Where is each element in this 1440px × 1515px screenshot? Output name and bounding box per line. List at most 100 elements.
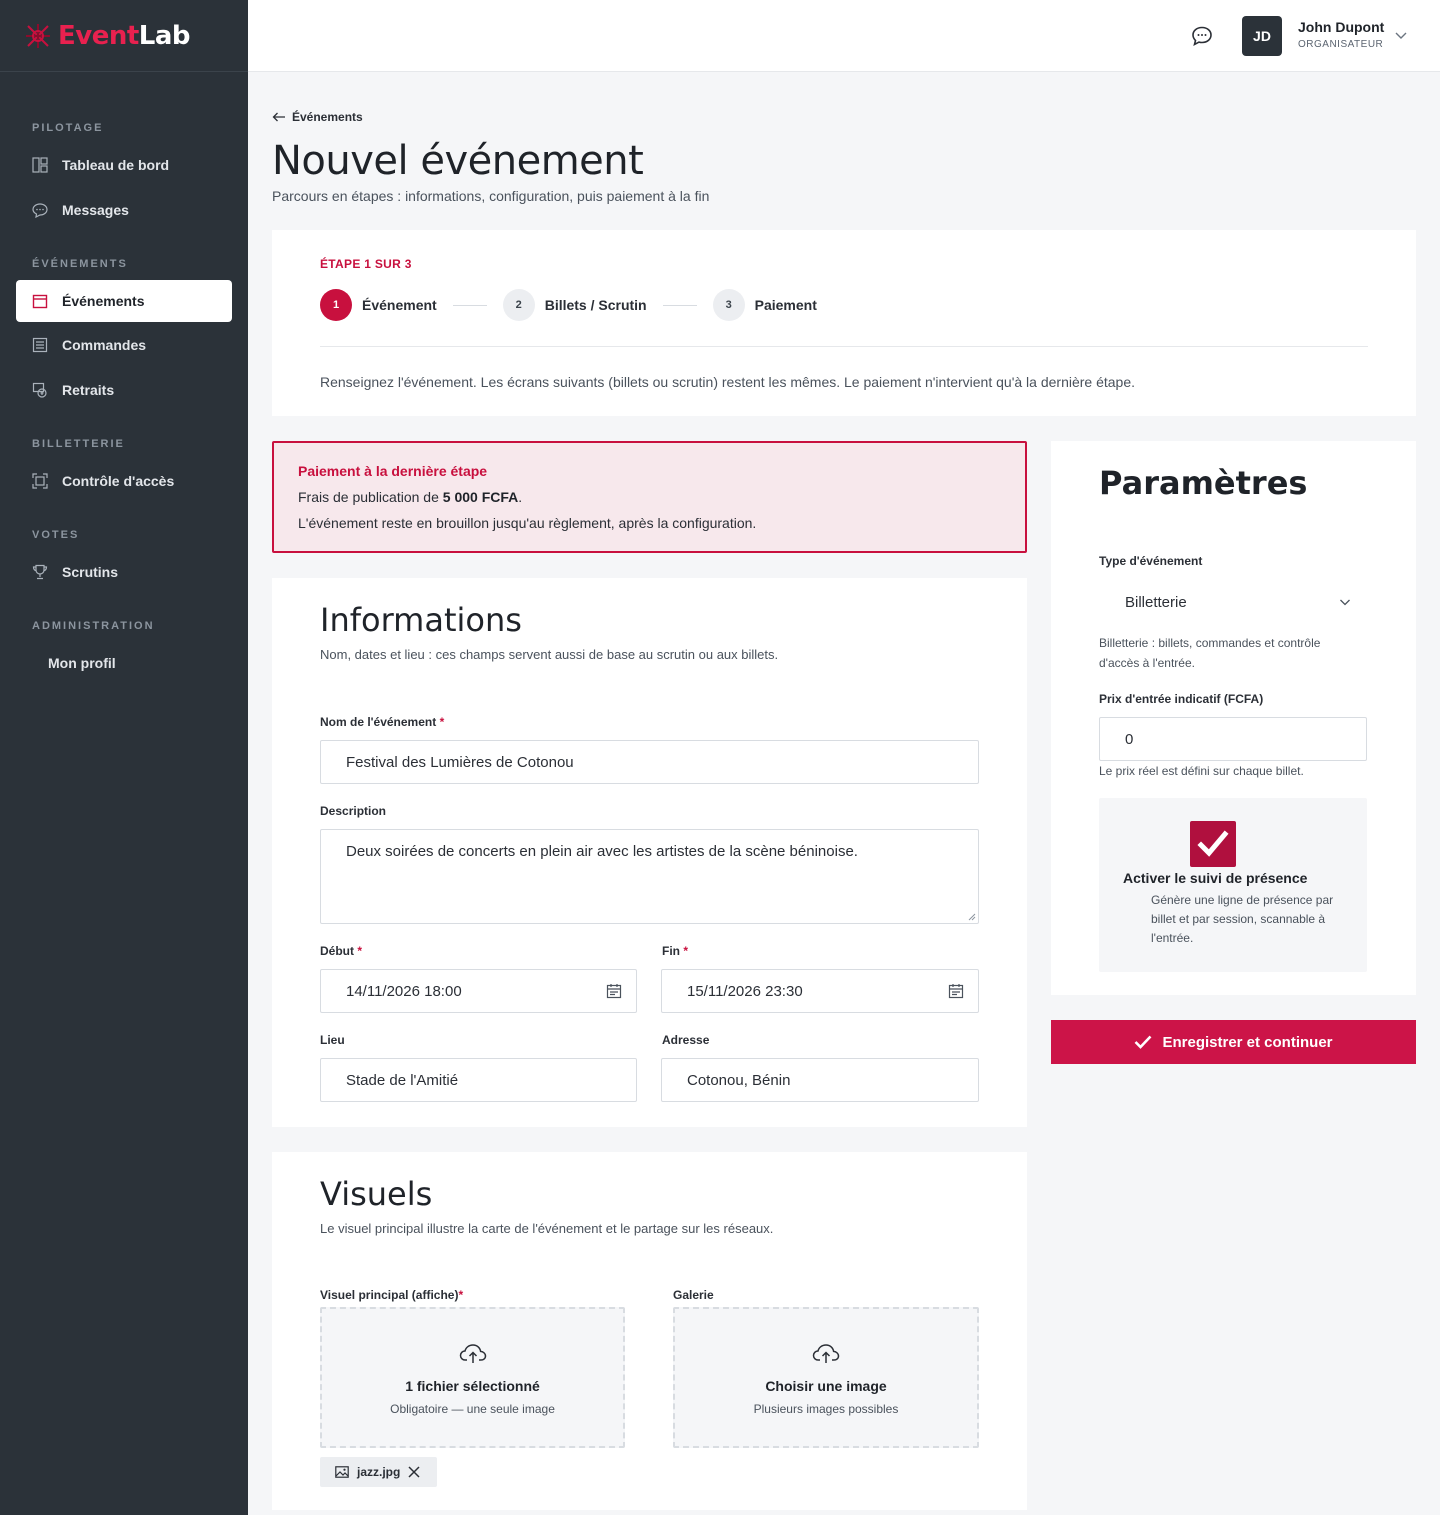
scan-icon [32, 473, 48, 489]
informations-subtitle: Nom, dates et lieu : ces champs servent … [320, 647, 779, 662]
sidebar-item-scrutins[interactable]: Scrutins [16, 551, 232, 593]
sidebar-item-label: Tableau de bord [62, 157, 170, 173]
sidebar-item-mon-profil[interactable]: Mon profil [16, 642, 232, 684]
step-number: 1 [320, 289, 352, 321]
avatar[interactable]: JD [1242, 16, 1282, 56]
gallery-label: Galerie [673, 1288, 714, 1302]
start-datetime-input[interactable]: 14/11/2026 18:00 [320, 969, 637, 1013]
sidebar-item-dashboard[interactable]: Tableau de bord [16, 144, 232, 186]
chevron-down-icon[interactable] [1394, 28, 1408, 42]
gallery-dropzone[interactable]: Choisir une image Plusieurs images possi… [673, 1307, 979, 1448]
address-label: Adresse [662, 1033, 710, 1047]
event-type-value: Billetterie [1125, 593, 1187, 611]
back-link[interactable]: Événements [272, 110, 363, 124]
calendar-icon [32, 294, 48, 309]
informations-card: Informations Nom, dates et lieu : ces ch… [272, 578, 1027, 1127]
step-connector [662, 304, 697, 306]
event-type-help: Billetterie : billets, commandes et cont… [1099, 636, 1321, 670]
sidebar-item-messages[interactable]: Messages [16, 189, 232, 231]
nav-section-pilotage: PILOTAGE [32, 122, 104, 134]
sidebar-item-evenements[interactable]: Événements [16, 280, 232, 322]
step-connector [452, 304, 487, 306]
brand-logo[interactable]: EventLab [0, 0, 248, 72]
description-value: Deux soirées de concerts en plein air av… [346, 843, 858, 860]
stepper-note: Renseignez l'événement. Les écrans suiva… [320, 374, 1136, 390]
sidebar-item-retraits[interactable]: Retraits [16, 369, 232, 411]
alert-fee-amount: 5 000 FCFA [442, 489, 519, 505]
main-visual-status: 1 fichier sélectionné [405, 1378, 540, 1394]
sidebar-item-label: Commandes [62, 337, 147, 353]
address-input[interactable]: Cotonou, Bénin [661, 1058, 979, 1102]
main-visual-label: Visuel principal (affiche)* [320, 1288, 464, 1302]
image-icon [335, 1466, 349, 1478]
user-name[interactable]: John Dupont [1298, 19, 1384, 35]
nav-section-administration: ADMINISTRATION [32, 620, 155, 632]
end-datetime-input[interactable]: 15/11/2026 23:30 [661, 969, 979, 1013]
start-value: 14/11/2026 18:00 [346, 982, 462, 1000]
page-subtitle: Parcours en étapes : informations, confi… [272, 188, 710, 204]
arrow-left-icon [272, 112, 285, 122]
calendar-icon[interactable] [606, 983, 622, 999]
visuels-card: Visuels Le visuel principal illustre la … [272, 1152, 1027, 1510]
calendar-icon[interactable] [948, 983, 964, 999]
event-type-select[interactable]: Billetterie [1099, 580, 1367, 624]
topbar: JD John Dupont ORGANISATEUR [248, 0, 1440, 72]
attendance-checkbox[interactable] [1190, 821, 1236, 867]
start-label: Début * [320, 944, 363, 958]
end-label: Fin * [662, 944, 689, 958]
event-type-label: Type d'événement [1099, 554, 1203, 568]
parametres-card: Paramètres Type d'événement Billetterie … [1051, 441, 1416, 995]
sidebar-item-commandes[interactable]: Commandes [16, 324, 232, 366]
attendance-option: Activer le suivi de présence Génère une … [1099, 798, 1367, 972]
place-label: Lieu [320, 1033, 345, 1047]
sidebar-item-controle-acces[interactable]: Contrôle d'accès [16, 460, 232, 502]
stepper-card: ÉTAPE 1 SUR 3 1 Événement 2 Billets / Sc… [272, 230, 1416, 416]
description-label: Description [320, 804, 387, 818]
save-continue-button[interactable]: Enregistrer et continuer [1051, 1020, 1416, 1064]
alert-fee-text: Frais de publication de 5 000 FCFA. [298, 489, 523, 505]
parametres-title: Paramètres [1099, 464, 1308, 502]
main-visual-dropzone[interactable]: 1 fichier sélectionné Obligatoire — une … [320, 1307, 625, 1448]
withdraw-icon [32, 382, 47, 398]
check-icon [1135, 1035, 1152, 1049]
gallery-title: Choisir une image [765, 1378, 887, 1394]
step-evenement[interactable]: 1 Événement [320, 289, 437, 321]
upload-cloud-icon [812, 1344, 840, 1363]
place-input[interactable]: Stade de l'Amitié [320, 1058, 637, 1102]
step-paiement[interactable]: 3 Paiement [712, 289, 817, 321]
price-input[interactable]: 0 [1099, 717, 1367, 761]
step-number: 2 [502, 289, 535, 321]
sidebar-item-label: Contrôle d'accès [62, 473, 175, 489]
step-label: Paiement [754, 297, 817, 313]
selected-file-chip: jazz.jpg [320, 1457, 437, 1487]
brand-name: EventLab [58, 20, 191, 51]
nav-section-billetterie: BILLETTERIE [32, 438, 125, 450]
description-textarea[interactable]: Deux soirées de concerts en plein air av… [320, 829, 979, 924]
messages-icon[interactable] [1190, 24, 1214, 48]
sidebar-item-label: Retraits [62, 382, 115, 398]
user-role: ORGANISATEUR [1298, 39, 1384, 50]
alert-title: Paiement à la dernière étape [298, 463, 488, 479]
visuels-subtitle: Le visuel principal illustre la carte de… [320, 1221, 774, 1236]
nav-section-evenements: ÉVÉNEMENTS [32, 258, 128, 270]
step-billets-scrutin[interactable]: 2 Billets / Scrutin [502, 289, 647, 321]
visuels-title: Visuels [320, 1175, 433, 1213]
divider [320, 346, 1368, 347]
close-icon[interactable] [408, 1466, 420, 1478]
step-label: Événement [362, 297, 437, 313]
logo-icon [26, 23, 50, 48]
checkmark-icon [1197, 830, 1229, 857]
main-visual-hint: Obligatoire — une seule image [390, 1402, 555, 1416]
resize-handle-icon[interactable] [968, 913, 976, 921]
event-name-label: Nom de l'événement * [320, 715, 445, 729]
step-label: Billets / Scrutin [544, 297, 647, 313]
upload-cloud-icon [459, 1344, 486, 1363]
list-icon [32, 337, 48, 353]
event-name-input[interactable]: Festival des Lumières de Cotonou [320, 740, 979, 784]
step-number: 3 [712, 289, 745, 321]
back-link-label: Événements [292, 110, 363, 124]
sidebar: EventLab PILOTAGE Tableau de bord Messag… [0, 0, 248, 1515]
sidebar-item-label: Événements [62, 293, 145, 309]
dashboard-icon [32, 157, 48, 173]
attendance-description: Génère une ligne de présence par billet … [1151, 893, 1334, 945]
